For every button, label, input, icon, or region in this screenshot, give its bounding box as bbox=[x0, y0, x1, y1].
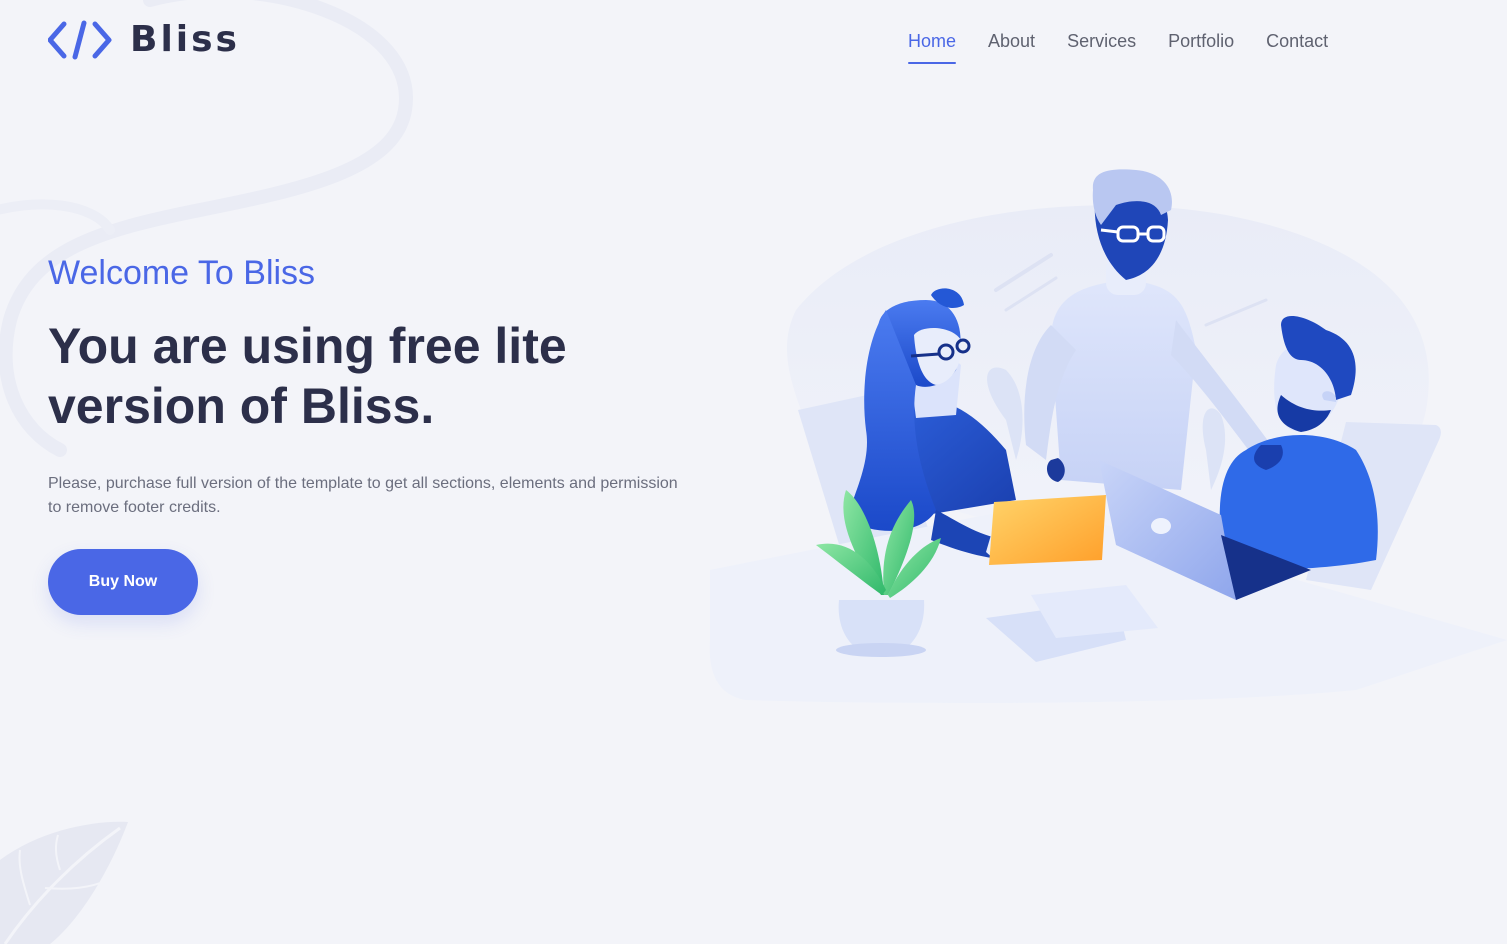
nav-about[interactable]: About bbox=[988, 30, 1035, 64]
landing-page: Bliss Home About Services Portfolio Cont… bbox=[0, 0, 1507, 944]
code-brackets-icon bbox=[48, 20, 112, 60]
hero-section: Welcome To Bliss You are using free lite… bbox=[48, 252, 698, 520]
buy-now-button[interactable]: Buy Now bbox=[48, 549, 198, 615]
nav-home[interactable]: Home bbox=[908, 30, 957, 64]
hero-welcome: Welcome To Bliss bbox=[48, 254, 316, 292]
main-nav: Home About Services Portfolio Contact bbox=[908, 30, 1360, 64]
hero-headline: You are using free lite version of Bliss… bbox=[48, 318, 567, 434]
nav-portfolio[interactable]: Portfolio bbox=[1168, 30, 1234, 64]
folder-illustration bbox=[989, 495, 1106, 565]
team-meeting-illustration bbox=[709, 169, 1507, 703]
nav-services[interactable]: Services bbox=[1067, 30, 1136, 64]
leaf-decoration bbox=[0, 821, 128, 944]
hero-description: Please, purchase full version of the tem… bbox=[48, 475, 678, 516]
nav-contact[interactable]: Contact bbox=[1266, 30, 1328, 64]
brand-name: Bliss bbox=[130, 19, 240, 60]
brand-logo[interactable]: Bliss bbox=[48, 20, 240, 60]
